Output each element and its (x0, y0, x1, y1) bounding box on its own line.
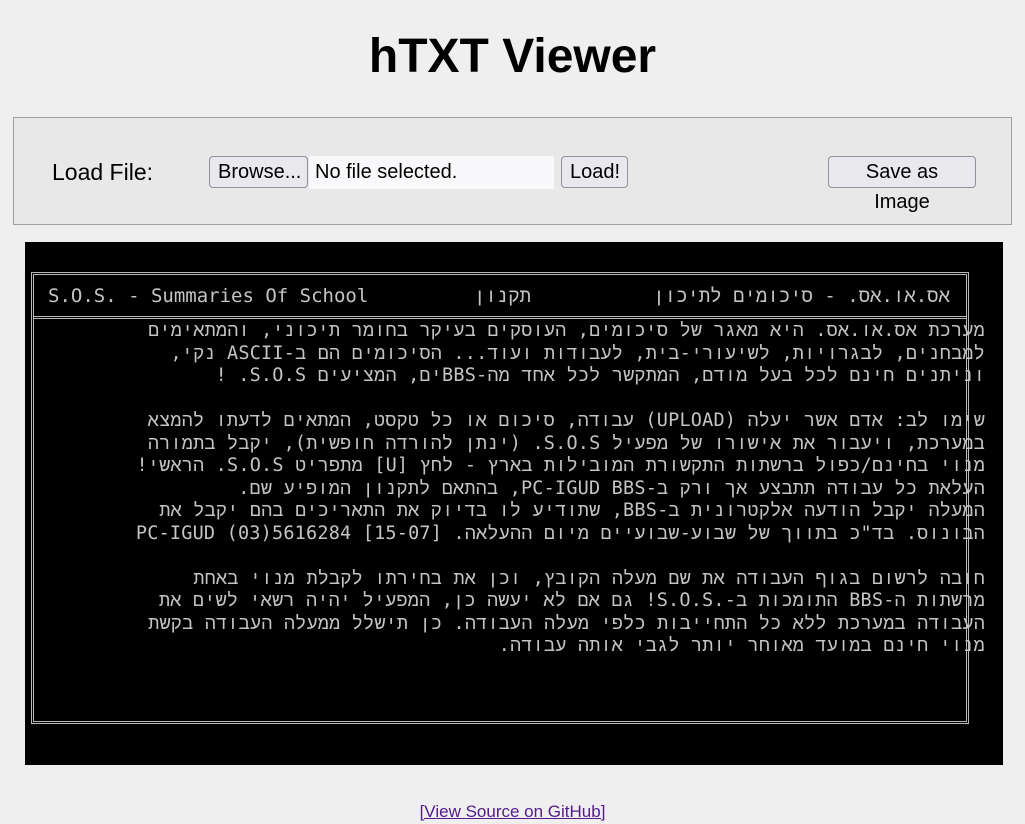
text-line: המעלה יקבל הודעה אלקטרונית ב-BBS, שתודיע… (159, 500, 985, 521)
text-line: שימו לב: אדם אשר יעלה (UPLOAD) עבודה, סי… (147, 410, 985, 431)
footer: [View Source on GitHub] (0, 801, 1025, 823)
text-viewer-canvas: S.O.S. - Summaries Of School תקנון אס.או… (25, 242, 1003, 765)
github-source-link[interactable]: [View Source on GitHub] (420, 802, 606, 821)
header-hebrew-title: אס.או.אס. - סיכומים לתיכון (653, 285, 950, 307)
text-line: מנוי חינם במועד מאוחר יותר לגבי אותה עבו… (498, 635, 985, 656)
save-as-image-button[interactable]: Save as Image (828, 156, 976, 213)
text-line: חובה לרשום בגוף העבודה את שם מעלה הקובץ,… (193, 567, 985, 589)
file-input[interactable]: Browse... No file selected. (209, 156, 554, 190)
text-line: וניתנים חינם לכל בעל מודם, המתקשר לכל אח… (215, 365, 985, 386)
page-title: hTXT Viewer (368, 30, 657, 83)
text-line: העלאת כל עבודה תתבצע אך ורק ב-PC-IGUD BB… (238, 477, 985, 499)
text-line: הבונוס. בד"כ בתווך של שבוע-שבועיים מיום … (135, 522, 985, 544)
text-line: העבודה במערכת ללא כל התחייבות כלפי מעלה … (148, 612, 985, 634)
browse-button[interactable]: Browse... (209, 156, 308, 188)
load-file-label: Load File: (52, 159, 154, 185)
load-button[interactable]: Load! (561, 156, 628, 188)
header-english-title: S.O.S. - Summaries Of School (48, 285, 369, 307)
terminal-header: S.O.S. - Summaries Of School תקנון אס.או… (34, 275, 966, 319)
text-line: במערכת, ויעבור את אישורו של מפעיל S.O.S.… (147, 432, 985, 454)
text-line: למבחנים, לבגרויות, לשיעורי-בית, לעבודות … (170, 342, 985, 364)
toolbar: Load File: Browse... No file selected. L… (13, 117, 1012, 225)
terminal-body-text: מערכת אס.או.אס. היא מאגר של סיכומים, העו… (75, 320, 985, 658)
text-line: מרשתות ה-BBS התומכות ב-.S.O.S! גם אם לא … (158, 590, 985, 611)
file-status-text: No file selected. (309, 156, 554, 189)
text-line: מערכת אס.או.אס. היא מאגר של סיכומים, העו… (148, 320, 985, 341)
text-line: מנוי בחינם/כפול ברשתות התקשורת המובילות … (136, 455, 985, 476)
header-section-title: תקנון (474, 285, 532, 307)
